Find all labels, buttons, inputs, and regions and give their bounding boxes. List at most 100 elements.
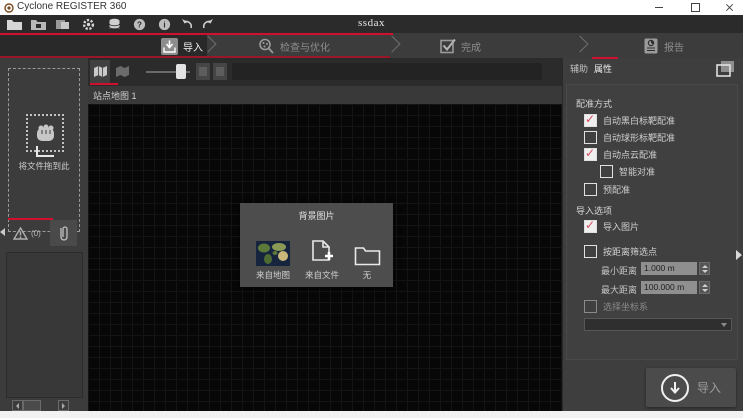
sidebar-list-panel: [6, 252, 83, 398]
scroll-right-button[interactable]: [58, 400, 69, 411]
sitemap-tab-underline: [90, 83, 118, 85]
undo-icon[interactable]: [179, 18, 196, 31]
option-label: 来自地图: [256, 269, 290, 283]
redo-icon[interactable]: [199, 18, 216, 31]
checkbox-icon[interactable]: [600, 165, 613, 178]
sidebar-tab-underline: [8, 218, 53, 220]
close-icon: [725, 3, 734, 12]
collapse-sidebar-icon[interactable]: [0, 228, 5, 236]
step-up-icon[interactable]: [702, 284, 708, 287]
canvas-tool-button-2[interactable]: [213, 63, 227, 80]
save-folder-icon[interactable]: [30, 18, 47, 31]
checkbox-checked-icon[interactable]: [584, 220, 597, 233]
window-title: Cyclone REGISTER 360: [17, 1, 127, 12]
section-import-options: 导入选项: [576, 204, 612, 217]
dialog-title: 背景图片: [240, 209, 393, 222]
sitemap-tab-add[interactable]: [112, 60, 132, 83]
stage-label: 导入: [183, 39, 203, 54]
checkbox-row-pre-registration[interactable]: 预配准: [584, 181, 630, 198]
svg-text:?: ?: [137, 20, 142, 29]
checkbox-icon[interactable]: [584, 300, 597, 313]
stage-label: 检查与优化: [280, 39, 330, 54]
min-distance-field[interactable]: 1.000 m: [641, 262, 697, 275]
checkbox-label: 预配准: [603, 183, 630, 196]
checkbox-icon[interactable]: [584, 131, 597, 144]
step-up-icon[interactable]: [702, 265, 708, 268]
option-none[interactable]: 无: [346, 225, 388, 283]
download-circle-icon: [661, 374, 689, 402]
checkbox-row-import-images[interactable]: 导入图片: [584, 218, 639, 235]
finalize-check-icon: [440, 38, 456, 54]
grab-hand-icon: [33, 120, 59, 146]
stage-import[interactable]: 导入: [161, 37, 203, 55]
scroll-left-button[interactable]: [12, 400, 23, 411]
sitemap-tab-active[interactable]: [90, 60, 110, 83]
sitemap-label: 站点地图 1: [93, 89, 137, 102]
zoom-slider-handle[interactable]: [176, 64, 186, 79]
import-button[interactable]: 导入: [646, 368, 736, 407]
import-button-label: 导入: [697, 379, 721, 396]
world-map-icon: [256, 241, 290, 266]
maximize-button[interactable]: [684, 0, 706, 15]
option-label: 来自文件: [305, 269, 339, 283]
warning-triangle-icon: [13, 227, 28, 240]
empty-folder-icon: [354, 245, 381, 266]
option-from-map[interactable]: 来自地图: [248, 225, 298, 283]
checkbox-row-coordinate-system[interactable]: 选择坐标系: [584, 298, 648, 315]
background-image-dialog: 背景图片 来自地图 来自文件 无: [240, 203, 393, 287]
min-distance-label: 最小距离: [601, 264, 637, 277]
horizontal-scrollbar-thumb[interactable]: [23, 400, 41, 411]
stage-finalize[interactable]: 完成: [440, 37, 481, 55]
drop-corner-bracket: [36, 146, 54, 157]
option-from-file[interactable]: 来自文件: [298, 225, 346, 283]
archive-box-icon[interactable]: [54, 18, 71, 31]
min-distance-stepper[interactable]: [699, 262, 710, 275]
review-magnifier-icon: [258, 38, 275, 55]
dropzone-label: 将文件拖到此: [4, 160, 84, 172]
stage-report[interactable]: 报告: [643, 37, 684, 55]
checkbox-label: 智能对准: [619, 165, 655, 178]
tab-properties[interactable]: 属性: [594, 62, 612, 75]
tab-assist[interactable]: 辅助: [570, 62, 588, 75]
svg-text:i: i: [163, 21, 165, 30]
canvas-status-field: [232, 63, 542, 80]
triangle-left-icon: [16, 403, 19, 409]
checkbox-icon[interactable]: [584, 183, 597, 196]
coordinate-system-dropdown[interactable]: [584, 318, 732, 331]
step-down-icon[interactable]: [702, 289, 708, 292]
attachments-tab[interactable]: [50, 220, 77, 246]
checkbox-row-bw-target[interactable]: 自动黑白标靶配准: [584, 112, 675, 129]
close-button[interactable]: [718, 0, 740, 15]
checkbox-label: 自动点云配准: [603, 148, 657, 161]
layout-windows-icon[interactable]: [716, 60, 736, 78]
checkbox-row-cloud-registration[interactable]: 自动点云配准: [584, 146, 657, 163]
database-icon[interactable]: [106, 18, 123, 31]
checkbox-row-smart-align[interactable]: 智能对准: [600, 163, 655, 180]
canvas-tool-button-1[interactable]: [196, 63, 210, 80]
minimize-button[interactable]: [648, 0, 670, 15]
checkbox-row-distance-filter[interactable]: 按距离筛选点: [584, 243, 657, 260]
warnings-tab[interactable]: (0): [13, 221, 41, 246]
gear-icon[interactable]: [80, 18, 97, 31]
stage-label: 报告: [664, 39, 684, 54]
maximize-icon: [691, 3, 700, 12]
checkbox-row-sphere-target[interactable]: 自动球形标靶配准: [584, 129, 675, 146]
stage-review-optimize[interactable]: 检查与优化: [258, 37, 330, 55]
max-distance-label: 最大距离: [601, 283, 637, 296]
open-folder-icon[interactable]: [6, 18, 23, 31]
step-down-icon[interactable]: [702, 270, 708, 273]
info-icon[interactable]: i: [156, 18, 173, 31]
max-distance-field[interactable]: 100.000 m: [641, 281, 697, 294]
checkbox-checked-icon[interactable]: [584, 114, 597, 127]
help-icon[interactable]: ?: [131, 18, 148, 31]
checkbox-checked-icon[interactable]: [584, 148, 597, 161]
cyclone-register-360-window: Cyclone REGISTER 360 ssdax ? i 导入: [0, 0, 743, 418]
checkbox-label: 自动球形标靶配准: [603, 131, 675, 144]
checkbox-icon[interactable]: [584, 245, 597, 258]
tool-glyph: [216, 67, 224, 76]
expand-panel-icon[interactable]: [736, 250, 742, 260]
max-distance-stepper[interactable]: [699, 281, 710, 294]
file-plus-icon: [311, 240, 333, 266]
checkbox-label: 自动黑白标靶配准: [603, 114, 675, 127]
app-logo-icon: [4, 3, 14, 13]
